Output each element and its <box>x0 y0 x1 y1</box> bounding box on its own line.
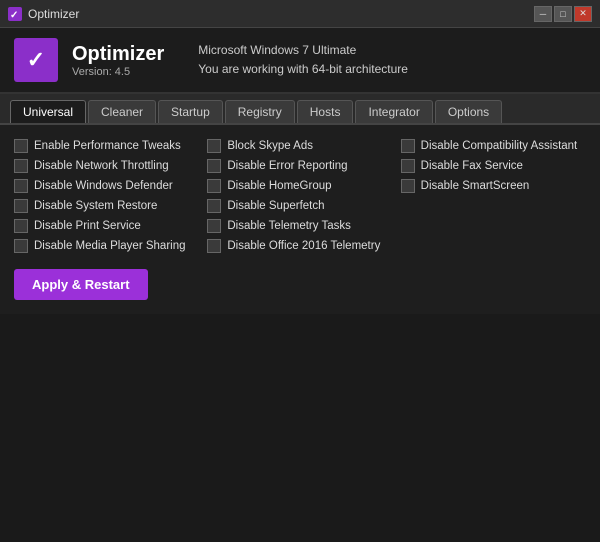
option-item: Disable Windows Defender <box>14 179 199 193</box>
option-label: Disable Windows Defender <box>34 180 173 192</box>
option-checkbox-disable-homegroup[interactable] <box>207 179 221 193</box>
main-content: Enable Performance Tweaks Block Skype Ads… <box>0 125 600 314</box>
info-line1: Microsoft Windows 7 Ultimate <box>198 41 408 60</box>
tab-bar: Universal Cleaner Startup Registry Hosts… <box>0 94 600 125</box>
option-label: Disable System Restore <box>34 200 157 212</box>
minimize-button[interactable]: ─ <box>534 6 552 22</box>
option-item: Block Skype Ads <box>207 139 392 153</box>
option-checkbox-disable-windows-defender[interactable] <box>14 179 28 193</box>
close-button[interactable]: ✕ <box>574 6 592 22</box>
options-grid: Enable Performance Tweaks Block Skype Ads… <box>14 139 586 253</box>
app-info: Microsoft Windows 7 Ultimate You are wor… <box>198 41 408 79</box>
option-label: Disable HomeGroup <box>227 180 331 192</box>
option-item <box>401 239 586 253</box>
option-label: Disable Office 2016 Telemetry <box>227 240 380 252</box>
option-item: Disable SmartScreen <box>401 179 586 193</box>
option-label: Disable Superfetch <box>227 200 324 212</box>
tab-hosts[interactable]: Hosts <box>297 100 354 123</box>
option-item: Disable System Restore <box>14 199 199 213</box>
option-checkbox-disable-smartscreen[interactable] <box>401 179 415 193</box>
title-bar: ✓ Optimizer ─ □ ✕ <box>0 0 600 28</box>
app-version: Version: 4.5 <box>72 66 164 78</box>
maximize-button[interactable]: □ <box>554 6 572 22</box>
tab-integrator[interactable]: Integrator <box>355 100 432 123</box>
option-checkbox-disable-fax-service[interactable] <box>401 159 415 173</box>
option-item: Disable Superfetch <box>207 199 392 213</box>
option-checkbox-disable-print-service[interactable] <box>14 219 28 233</box>
app-title-block: Optimizer Version: 4.5 <box>72 43 164 78</box>
title-bar-text: Optimizer <box>28 7 79 21</box>
option-checkbox-disable-compatibility-assistant[interactable] <box>401 139 415 153</box>
app-name: Optimizer <box>72 43 164 66</box>
option-label: Disable SmartScreen <box>421 180 530 192</box>
option-checkbox-disable-system-restore[interactable] <box>14 199 28 213</box>
option-item: Disable Network Throttling <box>14 159 199 173</box>
option-checkbox-block-skype-ads[interactable] <box>207 139 221 153</box>
tab-universal[interactable]: Universal <box>10 100 86 123</box>
option-checkbox-disable-superfetch[interactable] <box>207 199 221 213</box>
option-item: Disable Compatibility Assistant <box>401 139 586 153</box>
apply-restart-button[interactable]: Apply & Restart <box>14 269 148 300</box>
tab-registry[interactable]: Registry <box>225 100 295 123</box>
logo-checkmark: ✓ <box>27 47 45 73</box>
option-label: Block Skype Ads <box>227 140 313 152</box>
tab-options[interactable]: Options <box>435 100 502 123</box>
option-item: Disable Error Reporting <box>207 159 392 173</box>
option-label: Disable Error Reporting <box>227 160 347 172</box>
option-label: Disable Compatibility Assistant <box>421 140 578 152</box>
svg-text:✓: ✓ <box>10 10 18 21</box>
option-label: Disable Media Player Sharing <box>34 240 186 252</box>
option-label: Disable Print Service <box>34 220 141 232</box>
app-icon: ✓ <box>8 7 22 21</box>
option-checkbox-disable-error-reporting[interactable] <box>207 159 221 173</box>
option-checkbox-enable-performance-tweaks[interactable] <box>14 139 28 153</box>
option-item: Disable Print Service <box>14 219 199 233</box>
option-item: Disable Telemetry Tasks <box>207 219 392 233</box>
option-label: Enable Performance Tweaks <box>34 140 181 152</box>
tab-cleaner[interactable]: Cleaner <box>88 100 156 123</box>
window-controls: ─ □ ✕ <box>534 6 592 22</box>
app-logo: ✓ <box>14 38 58 82</box>
option-checkbox-disable-media-player-sharing[interactable] <box>14 239 28 253</box>
info-line2: You are working with 64-bit architecture <box>198 60 408 79</box>
option-item: Disable HomeGroup <box>207 179 392 193</box>
option-label: Disable Telemetry Tasks <box>227 220 351 232</box>
option-checkbox-disable-network-throttling[interactable] <box>14 159 28 173</box>
option-checkbox-disable-office-2016-telemetry[interactable] <box>207 239 221 253</box>
option-item: Enable Performance Tweaks <box>14 139 199 153</box>
option-label: Disable Fax Service <box>421 160 523 172</box>
option-item: Disable Fax Service <box>401 159 586 173</box>
option-item: Disable Media Player Sharing <box>14 239 199 253</box>
option-item <box>401 199 586 213</box>
tab-startup[interactable]: Startup <box>158 100 223 123</box>
option-item <box>401 219 586 233</box>
option-label: Disable Network Throttling <box>34 160 169 172</box>
option-checkbox-disable-telemetry-tasks[interactable] <box>207 219 221 233</box>
option-item: Disable Office 2016 Telemetry <box>207 239 392 253</box>
app-header: ✓ Optimizer Version: 4.5 Microsoft Windo… <box>0 28 600 94</box>
